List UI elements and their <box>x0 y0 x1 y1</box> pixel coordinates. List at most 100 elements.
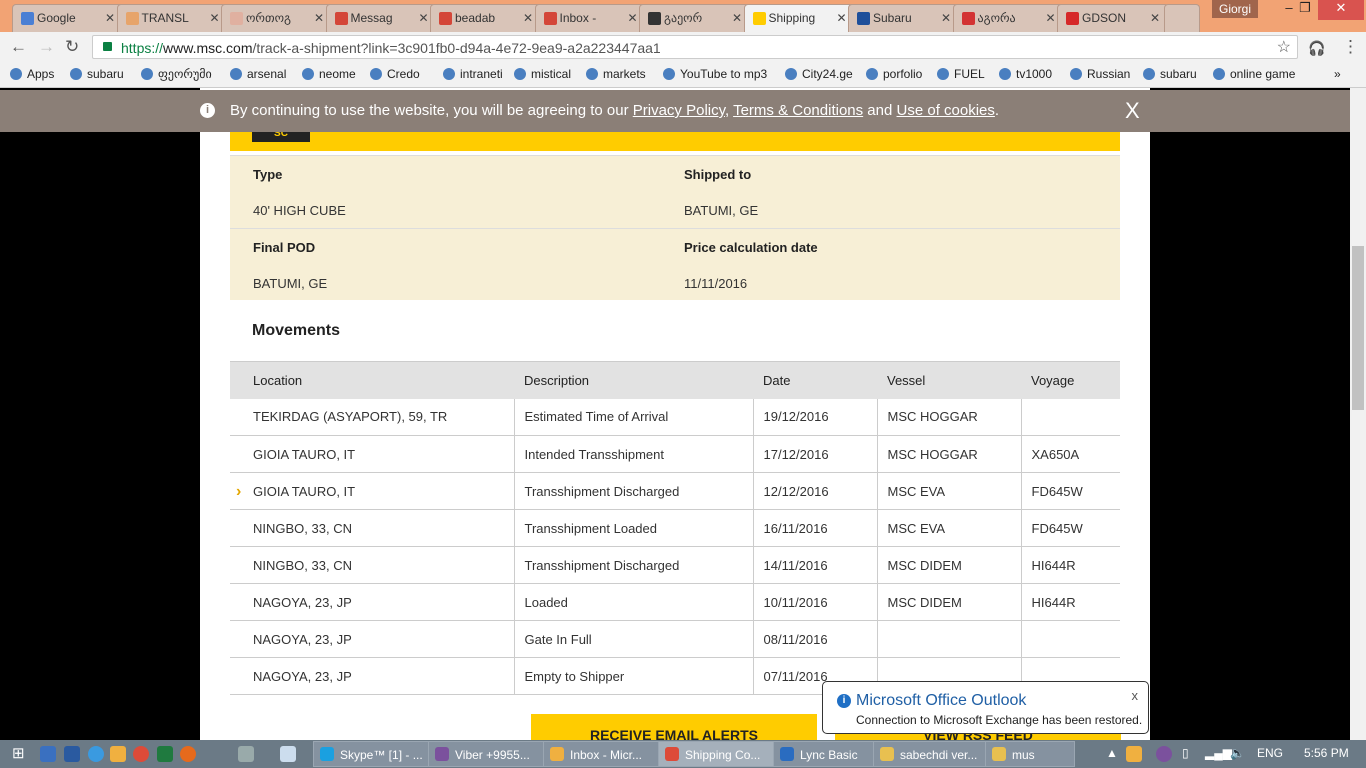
bookmark[interactable]: markets <box>586 67 646 81</box>
taskbar-label: Viber +9955... <box>455 748 530 762</box>
headphones-icon[interactable]: 🎧 <box>1308 40 1325 57</box>
bookmark[interactable]: subaru <box>70 67 124 81</box>
notification-close-button[interactable]: x <box>1132 688 1139 703</box>
close-tab-icon[interactable]: ✕ <box>836 11 846 25</box>
close-tab-icon[interactable]: ✕ <box>523 11 533 25</box>
url-scheme: https:// <box>121 40 164 56</box>
taskbar-button[interactable]: Skype™ [1] - ... <box>313 741 431 767</box>
terms-link[interactable]: Terms & Conditions <box>733 102 863 119</box>
cell-text: 07/11/2016 <box>763 668 828 684</box>
language-indicator[interactable]: ENG <box>1257 746 1283 760</box>
close-tab-icon[interactable]: ✕ <box>732 11 742 25</box>
star-icon[interactable]: ☆ <box>1277 37 1291 57</box>
firefox-icon[interactable] <box>180 746 196 762</box>
bookmark[interactable]: online game <box>1213 67 1295 81</box>
bookmark[interactable]: YouTube to mp3 <box>663 67 767 81</box>
clock[interactable]: 5:56 PM <box>1304 746 1349 760</box>
explorer-icon[interactable] <box>64 746 80 762</box>
back-button[interactable]: ← <box>10 37 27 57</box>
monitor-icon[interactable] <box>238 746 254 762</box>
bookmark[interactable]: subaru <box>1143 67 1197 81</box>
browser-tab[interactable]: გაეორ ✕ <box>639 4 751 32</box>
close-window-button[interactable]: ✕ <box>1318 0 1364 20</box>
close-tab-icon[interactable]: ✕ <box>418 11 428 25</box>
chrome-icon[interactable] <box>133 746 149 762</box>
browser-tab[interactable]: beadab ✕ <box>430 4 542 32</box>
desktop-icon[interactable] <box>40 746 56 762</box>
bookmark[interactable]: mistical <box>514 67 571 81</box>
browser-tab[interactable]: Inbox - ✕ <box>534 4 647 32</box>
bookmark-label: arsenal <box>247 67 287 81</box>
favicon-icon <box>334 12 348 25</box>
restore-button[interactable]: ❐ <box>1290 0 1320 20</box>
tray-expand-icon[interactable]: ▲ <box>1106 746 1118 760</box>
calculator-icon[interactable] <box>280 746 296 762</box>
page-viewport: i By continuing to use the website, you … <box>0 88 1350 740</box>
close-tab-icon[interactable]: ✕ <box>105 11 115 25</box>
taskbar-button[interactable]: Viber +9955... <box>428 741 546 767</box>
bookmark-label: subaru <box>1160 67 1197 81</box>
browser-tab[interactable]: Shipping ✕ <box>743 4 856 32</box>
start-button[interactable]: ⊞ <box>12 744 25 762</box>
more-bookmarks-button[interactable]: » <box>1334 67 1341 81</box>
bookmark[interactable]: Apps <box>10 67 54 81</box>
bookmark[interactable]: Russian <box>1070 67 1130 81</box>
close-cookie-button[interactable]: X <box>1125 98 1140 124</box>
browser-tab[interactable]: ორთოგ ✕ <box>221 4 333 32</box>
info-icon: i <box>837 694 851 708</box>
close-tab-icon[interactable]: ✕ <box>209 11 219 25</box>
cell-text: NAGOYA, 23, JP <box>253 631 352 647</box>
profile-button[interactable]: Giorgi <box>1212 0 1258 18</box>
outlook-notification[interactable]: i Microsoft Office Outlook Connection to… <box>822 681 1149 734</box>
ie-icon[interactable] <box>88 746 104 762</box>
scrollbar[interactable] <box>1350 88 1366 740</box>
receive-email-alerts-button[interactable]: RECEIVE EMAIL ALERTS <box>531 714 817 740</box>
comma: , <box>725 102 734 119</box>
scrollbar-thumb[interactable] <box>1352 246 1364 410</box>
excel-icon[interactable] <box>157 746 173 762</box>
reload-button[interactable]: ↻ <box>65 37 79 57</box>
battery-icon[interactable]: ▯ <box>1182 746 1189 760</box>
new-tab-button[interactable] <box>1164 4 1200 32</box>
close-tab-icon[interactable]: ✕ <box>1045 11 1055 25</box>
menu-icon[interactable]: ⋮ <box>1342 37 1359 57</box>
browser-tab[interactable]: აგორა ✕ <box>952 4 1065 32</box>
bookmark[interactable]: City24.ge <box>785 67 853 81</box>
cookies-link[interactable]: Use of cookies <box>897 102 995 119</box>
app-icon <box>550 747 564 761</box>
table-cell: NAGOYA, 23, JP <box>230 657 514 695</box>
taskbar-button[interactable]: mus <box>985 741 1075 767</box>
url-input[interactable]: https://www.msc.com/track-a-shipment?lin… <box>92 35 1298 59</box>
viber-tray-icon[interactable] <box>1156 746 1172 762</box>
bookmark[interactable]: Credo <box>370 67 420 81</box>
bookmark[interactable]: ფეორუმი <box>141 67 212 81</box>
forward-button[interactable]: → <box>38 37 55 57</box>
browser-tab[interactable]: GDSON ✕ <box>1057 4 1169 32</box>
bookmark[interactable]: neome <box>302 67 356 81</box>
outlook-tray-icon[interactable] <box>1126 746 1142 762</box>
volume-icon[interactable]: 🔈 <box>1230 746 1245 760</box>
period: . <box>994 102 1000 119</box>
notification-title: Microsoft Office Outlook <box>856 692 1027 709</box>
browser-tab[interactable]: Google ✕ <box>12 4 124 32</box>
close-tab-icon[interactable]: ✕ <box>627 11 637 25</box>
close-tab-icon[interactable]: ✕ <box>314 11 324 25</box>
browser-tab[interactable]: Subaru ✕ <box>848 4 960 32</box>
browser-tab[interactable]: Messag ✕ <box>325 4 438 32</box>
taskbar-button[interactable]: sabechdi ver... <box>873 741 991 767</box>
close-tab-icon[interactable]: ✕ <box>1150 11 1160 25</box>
network-icon[interactable]: ▂▄▆ <box>1205 746 1232 760</box>
tab-title: TRANSL <box>141 11 189 25</box>
bookmark[interactable]: porfolio <box>866 67 922 81</box>
browser-tab[interactable]: TRANSL ✕ <box>116 4 229 32</box>
bookmark[interactable]: intraneti <box>443 67 503 81</box>
taskbar-button[interactable]: Inbox - Micr... <box>543 741 661 767</box>
taskbar-button[interactable]: Shipping Co... <box>658 741 776 767</box>
shipment-details: Type 40' HIGH CUBE Shipped to BATUMI, GE… <box>230 155 1120 300</box>
bookmark[interactable]: FUEL <box>937 67 985 81</box>
bookmark[interactable]: tv1000 <box>999 67 1052 81</box>
close-tab-icon[interactable]: ✕ <box>941 11 951 25</box>
bookmark[interactable]: arsenal <box>230 67 286 81</box>
privacy-policy-link[interactable]: Privacy Policy <box>633 102 725 119</box>
outlook-icon[interactable] <box>110 746 126 762</box>
